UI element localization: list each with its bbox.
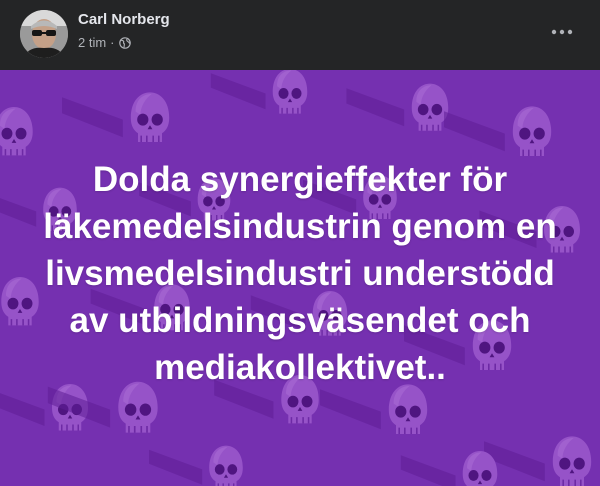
headline-line: livsmedelsindustri understödd (45, 254, 555, 293)
meta-separator: · (110, 35, 115, 50)
more-options-icon (551, 29, 573, 35)
globe-icon[interactable] (118, 36, 131, 49)
post-headline: Dolda synergieffekter för läkemedelsindu… (20, 156, 580, 391)
avatar-photo (20, 10, 68, 58)
avatar[interactable] (20, 10, 68, 58)
headline-line: Dolda synergieffekter för (92, 160, 508, 199)
post-meta: 2 tim · (78, 35, 131, 50)
author-name[interactable]: Carl Norberg (78, 11, 170, 28)
more-options-button[interactable] (544, 18, 580, 46)
facebook-post: Carl Norberg 2 tim · Dolda synergieffekt… (0, 0, 600, 486)
post-image[interactable]: Dolda synergieffekter för läkemedelsindu… (0, 70, 600, 486)
headline-line: mediakollektivet.. (154, 348, 446, 387)
headline-line: läkemedelsindustrin genom en (43, 207, 557, 246)
headline-line: av utbildningsväsendet och (69, 301, 531, 340)
post-time[interactable]: 2 tim (78, 35, 106, 50)
post-header: Carl Norberg 2 tim · (0, 0, 600, 70)
